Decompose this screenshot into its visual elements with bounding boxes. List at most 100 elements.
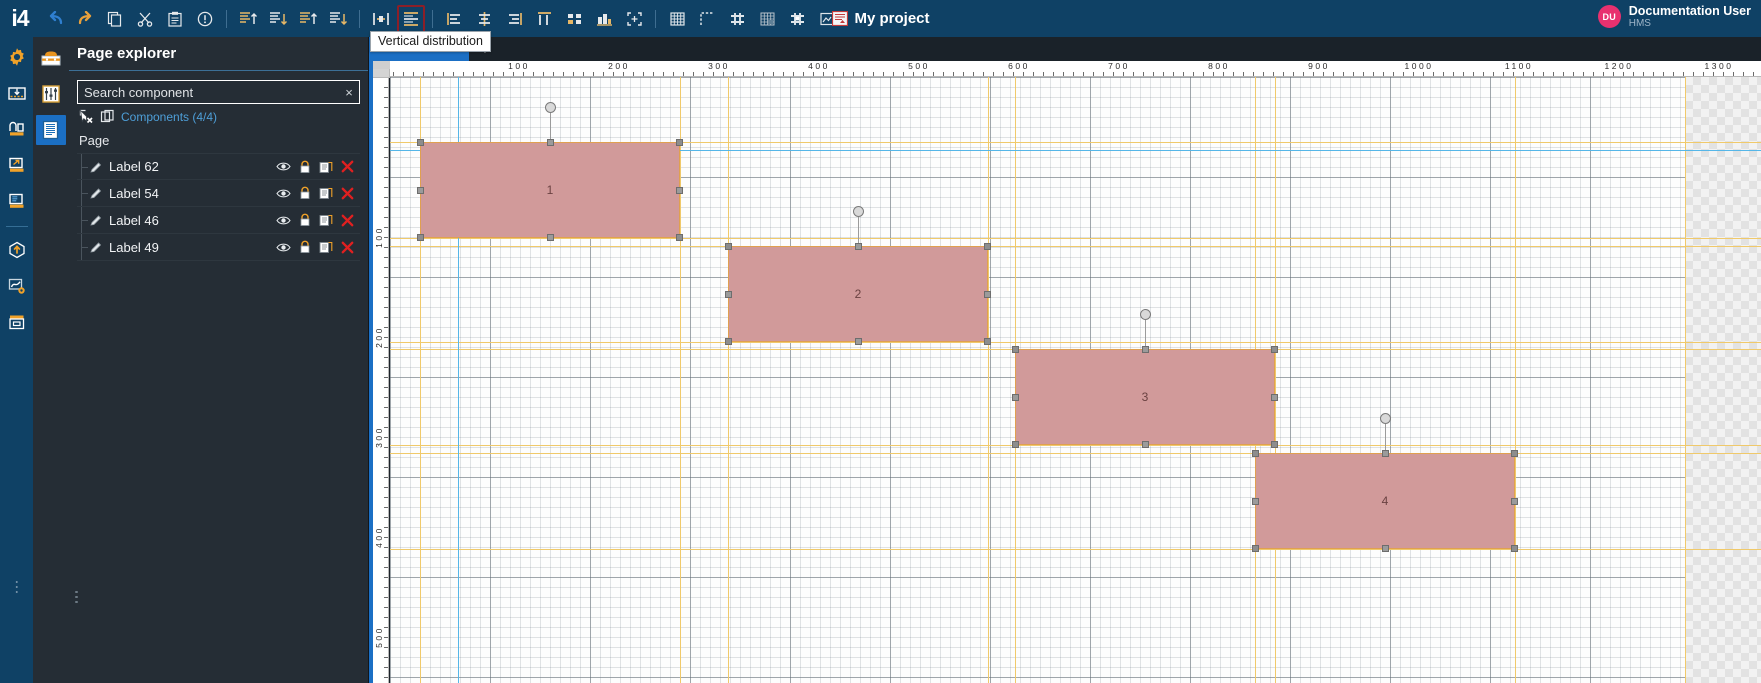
delete-button[interactable] [341, 187, 354, 200]
design-canvas[interactable]: 1 2 3 4 [390, 77, 1761, 683]
snap-grid-icon[interactable] [723, 5, 751, 33]
resize-handle-ne[interactable] [984, 243, 991, 250]
delete-button[interactable] [341, 214, 354, 227]
sidebar-item-publish[interactable] [3, 236, 31, 264]
copy-icon[interactable] [101, 5, 129, 33]
search-field[interactable]: × [77, 80, 360, 104]
visibility-toggle[interactable] [276, 242, 291, 253]
align-left-icon[interactable] [440, 5, 468, 33]
sidebar-item-list[interactable] [3, 187, 31, 215]
duplicate-button[interactable] [319, 186, 333, 200]
resize-handle-w[interactable] [1012, 394, 1019, 401]
align-top-icon[interactable] [234, 5, 262, 33]
duplicate-button[interactable] [319, 160, 333, 174]
panel-tab-page-explorer[interactable] [36, 115, 66, 145]
delete-button[interactable] [341, 241, 354, 254]
canvas-shape[interactable]: 4 [1255, 453, 1515, 549]
grid-icon[interactable] [663, 5, 691, 33]
resize-handle-e[interactable] [1511, 498, 1518, 505]
rotation-handle[interactable] [853, 206, 864, 217]
select-all-icon[interactable] [100, 109, 115, 124]
visibility-toggle[interactable] [276, 215, 291, 226]
canvas-shape[interactable]: 3 [1015, 349, 1275, 445]
resize-handle-e[interactable] [984, 291, 991, 298]
horizontal-ruler[interactable]: 100 200 300 400 500 600 700 800 900 1000 1100 1200 1… [373, 61, 1761, 77]
resize-handle-n[interactable] [855, 243, 862, 250]
info-icon[interactable] [191, 5, 219, 33]
same-height-icon[interactable] [590, 5, 618, 33]
canvas-shape[interactable]: 2 [728, 246, 988, 342]
resize-handle-s[interactable] [547, 234, 554, 241]
duplicate-button[interactable] [319, 213, 333, 227]
resize-handle-sw[interactable] [1012, 441, 1019, 448]
rail-resize-grip[interactable] [15, 580, 18, 593]
vertical-ruler[interactable]: 100 200 300 400 500 [373, 77, 389, 683]
deselect-all-icon[interactable] [79, 109, 94, 124]
align-bottom-icon[interactable] [264, 5, 292, 33]
panel-tab-toolbox[interactable] [36, 43, 66, 73]
visibility-toggle[interactable] [276, 161, 291, 172]
undo-icon[interactable] [41, 5, 69, 33]
resize-handle-w[interactable] [417, 187, 424, 194]
same-width-icon[interactable] [530, 5, 558, 33]
sidebar-item-dashboard[interactable] [3, 79, 31, 107]
panel-tab-properties[interactable] [36, 79, 66, 109]
sidebar-item-settings[interactable] [3, 43, 31, 71]
paste-icon[interactable] [161, 5, 189, 33]
same-size-icon[interactable] [560, 5, 588, 33]
align-center-icon[interactable] [470, 5, 498, 33]
resize-handle-s[interactable] [1382, 545, 1389, 552]
search-clear-icon[interactable]: × [339, 85, 359, 100]
resize-handle-nw[interactable] [725, 243, 732, 250]
sidebar-item-pages[interactable] [3, 115, 31, 143]
resize-handle-s[interactable] [1142, 441, 1149, 448]
resize-handle-sw[interactable] [725, 338, 732, 345]
components-count-label[interactable]: Components (4/4) [121, 110, 217, 124]
resize-handle-ne[interactable] [1271, 346, 1278, 353]
align-middle-icon[interactable] [294, 5, 322, 33]
resize-handle-sw[interactable] [417, 234, 424, 241]
canvas-shape[interactable]: 1 [420, 142, 680, 238]
snap-objects-icon[interactable] [783, 5, 811, 33]
vertical-distribution-icon[interactable] [397, 4, 425, 33]
redo-icon[interactable] [71, 5, 99, 33]
lock-toggle[interactable] [299, 213, 311, 227]
fit-selection-icon[interactable] [620, 5, 648, 33]
resize-handle-e[interactable] [1271, 394, 1278, 401]
duplicate-button[interactable] [319, 240, 333, 254]
lock-toggle[interactable] [299, 160, 311, 174]
sidebar-item-archive[interactable] [3, 308, 31, 336]
resize-handle-se[interactable] [1511, 545, 1518, 552]
align-right-icon[interactable] [500, 5, 528, 33]
resize-handle-n[interactable] [547, 139, 554, 146]
resize-handle-nw[interactable] [417, 139, 424, 146]
resize-handle-sw[interactable] [1252, 545, 1259, 552]
cut-icon[interactable] [131, 5, 159, 33]
resize-handle-w[interactable] [1252, 498, 1259, 505]
visibility-toggle[interactable] [276, 188, 291, 199]
list-item[interactable]: Label 46 [77, 207, 360, 234]
sidebar-item-trends[interactable] [3, 272, 31, 300]
resize-handle-se[interactable] [676, 234, 683, 241]
resize-handle-ne[interactable] [676, 139, 683, 146]
list-item[interactable]: Label 54 [77, 180, 360, 207]
grid-settings-icon[interactable] [753, 5, 781, 33]
resize-handle-se[interactable] [1271, 441, 1278, 448]
rotation-handle[interactable] [1380, 413, 1391, 424]
horizontal-distribution-icon[interactable] [367, 5, 395, 33]
lock-toggle[interactable] [299, 186, 311, 200]
delete-button[interactable] [341, 160, 354, 173]
panel-resize-grip[interactable] [75, 590, 78, 603]
panel-splitter[interactable] [369, 37, 373, 683]
align-baseline-icon[interactable] [324, 5, 352, 33]
resize-handle-nw[interactable] [1012, 346, 1019, 353]
rotation-handle[interactable] [1140, 309, 1151, 320]
user-menu[interactable]: DU Documentation User HMS [1597, 4, 1751, 30]
resize-handle-ne[interactable] [1511, 450, 1518, 457]
resize-handle-n[interactable] [1142, 346, 1149, 353]
rulers-icon[interactable] [693, 5, 721, 33]
resize-handle-nw[interactable] [1252, 450, 1259, 457]
resize-handle-w[interactable] [725, 291, 732, 298]
resize-handle-s[interactable] [855, 338, 862, 345]
lock-toggle[interactable] [299, 240, 311, 254]
